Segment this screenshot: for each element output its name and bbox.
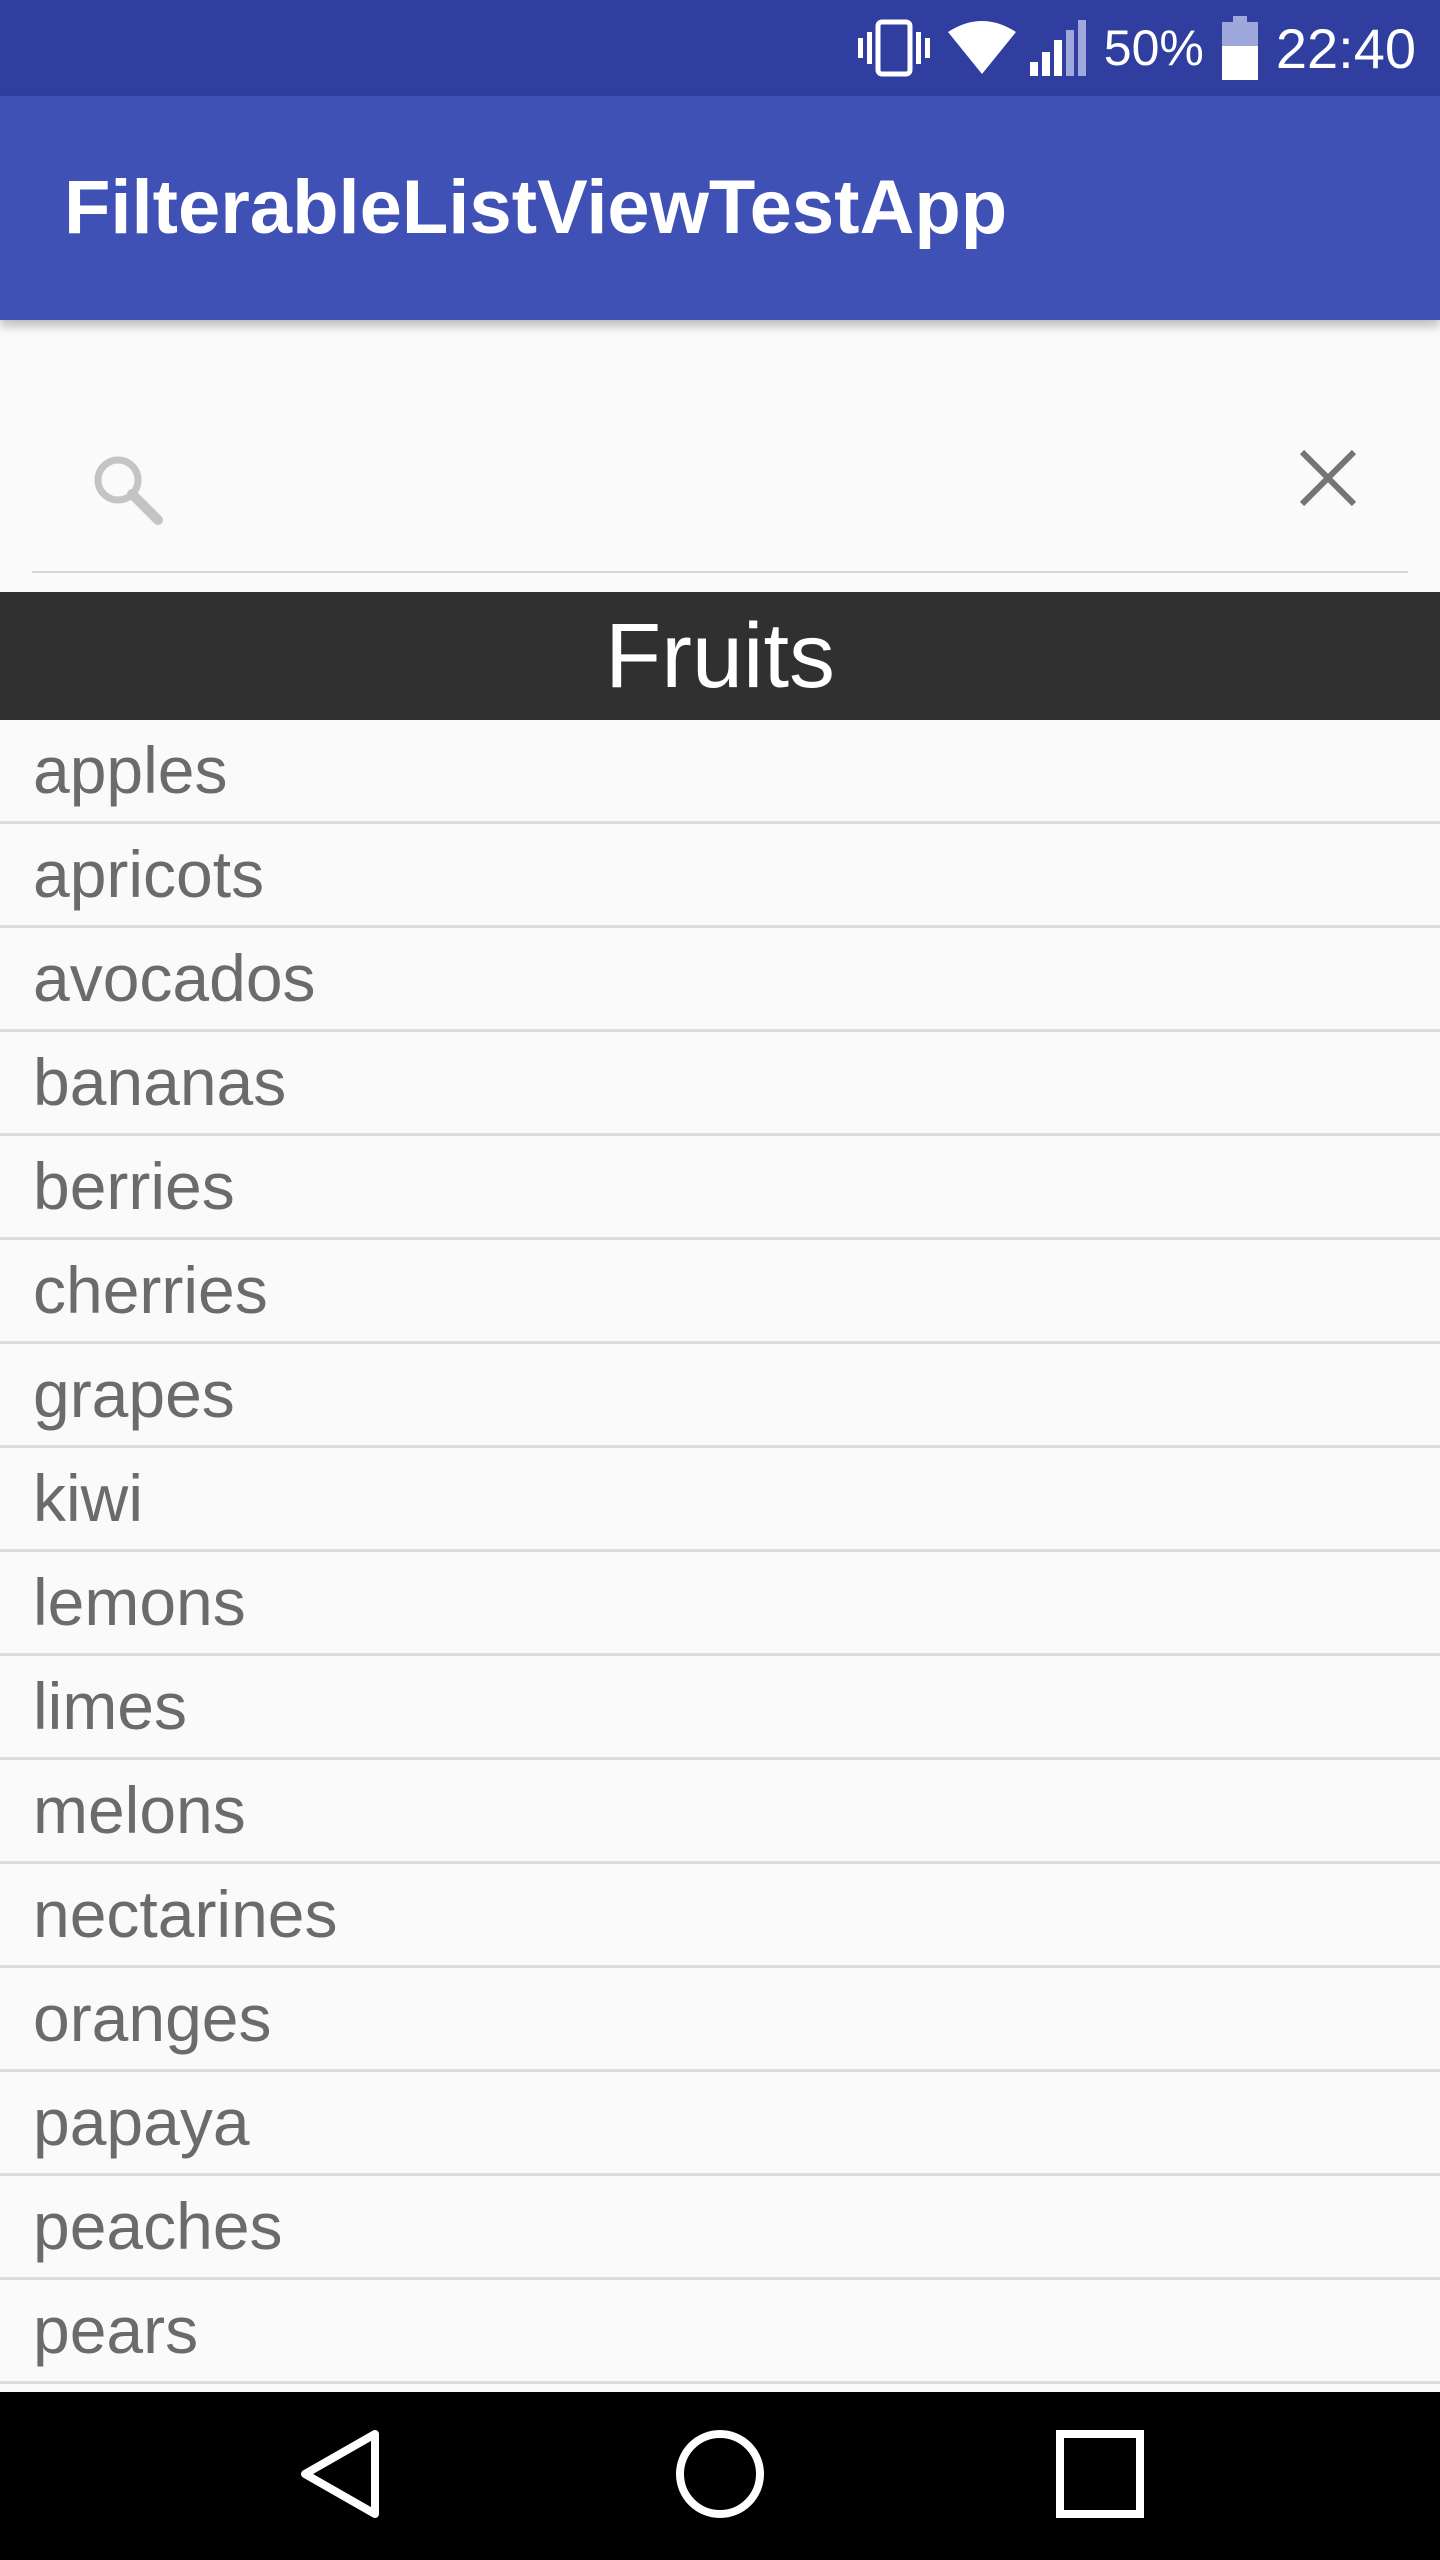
search-input[interactable] (180, 440, 1224, 542)
list-item[interactable]: bananas (0, 1032, 1440, 1136)
list-item-label: pears (33, 2293, 199, 2367)
list-item-label: oranges (33, 1981, 272, 2055)
list-item-label: apricots (33, 837, 265, 911)
list-item[interactable]: avocados (0, 928, 1440, 1032)
list-item-label: cherries (33, 1253, 268, 1327)
signal-icon (1028, 18, 1088, 78)
clear-search-button[interactable] (1278, 430, 1378, 530)
list-item-label: plums (33, 2384, 209, 2392)
list-item-label: papaya (33, 2085, 250, 2159)
search-underline (32, 571, 1408, 573)
list-header: Fruits (0, 592, 1440, 720)
recents-icon (1055, 2429, 1145, 2524)
list-item[interactable]: pears (0, 2280, 1440, 2384)
list-item[interactable]: berries (0, 1136, 1440, 1240)
status-bar: 50% 22:40 (0, 0, 1440, 96)
list-item[interactable]: lemons (0, 1552, 1440, 1656)
wifi-icon (946, 18, 1018, 78)
back-icon (295, 2426, 385, 2527)
search-bar (0, 320, 1440, 592)
list-item[interactable]: nectarines (0, 1864, 1440, 1968)
list-item[interactable]: limes (0, 1656, 1440, 1760)
list-item-label: nectarines (33, 1877, 338, 1951)
list-item[interactable]: grapes (0, 1344, 1440, 1448)
navigation-bar (0, 2392, 1440, 2560)
list-item[interactable]: melons (0, 1760, 1440, 1864)
screen: 50% 22:40 FilterableListViewTestApp Frui… (0, 0, 1440, 2560)
recents-button[interactable] (1040, 2416, 1160, 2536)
list-item-label: lemons (33, 1565, 246, 1639)
app-bar: FilterableListViewTestApp (0, 96, 1440, 320)
close-icon (1298, 448, 1358, 513)
battery-percent: 50% (1103, 20, 1204, 76)
list-item-label: berries (33, 1149, 235, 1223)
list-item[interactable]: peaches (0, 2176, 1440, 2280)
list-item[interactable]: apples (0, 720, 1440, 824)
list-item-label: apples (33, 733, 228, 807)
back-button[interactable] (280, 2416, 400, 2536)
status-icons: 50% 22:40 (856, 0, 1416, 96)
list-item[interactable]: cherries (0, 1240, 1440, 1344)
battery-icon (1221, 16, 1258, 80)
vibrate-icon (856, 18, 932, 78)
list-item-label: melons (33, 1773, 246, 1847)
list-item[interactable]: kiwi (0, 1448, 1440, 1552)
list-item-label: avocados (33, 941, 316, 1015)
list-item[interactable]: plums (0, 2384, 1440, 2392)
list-item-label: limes (33, 1669, 188, 1743)
list-item[interactable]: oranges (0, 1968, 1440, 2072)
list-item-label: peaches (33, 2189, 283, 2263)
home-button[interactable] (660, 2416, 780, 2536)
list-item[interactable]: papaya (0, 2072, 1440, 2176)
list-item-label: bananas (33, 1045, 287, 1119)
list-item-label: grapes (33, 1357, 235, 1431)
home-icon (672, 2426, 768, 2527)
list-item[interactable]: apricots (0, 824, 1440, 928)
app-title: FilterableListViewTestApp (64, 165, 1008, 250)
search-icon (88, 450, 168, 530)
list-item-label: kiwi (33, 1461, 143, 1535)
clock: 22:40 (1275, 16, 1416, 80)
fruit-list[interactable]: apples apricots avocados bananas berries… (0, 720, 1440, 2392)
